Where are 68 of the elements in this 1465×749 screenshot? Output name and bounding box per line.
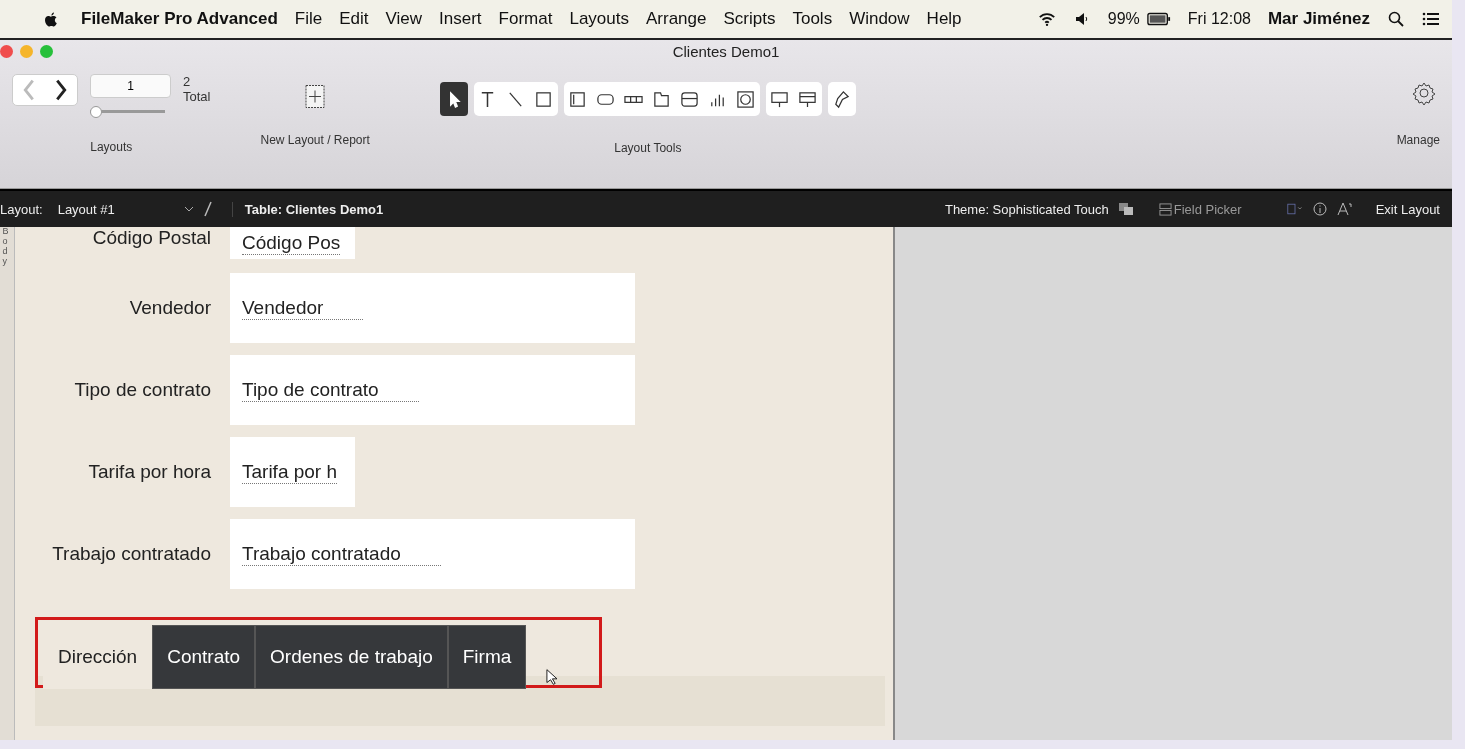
menu-item[interactable]: Tools bbox=[792, 9, 833, 29]
layout-field[interactable]: Tipo de contrato bbox=[230, 355, 635, 425]
slide-control-icon bbox=[680, 89, 700, 109]
field-label: Vendedor bbox=[128, 297, 211, 319]
menu-item[interactable]: View bbox=[385, 9, 423, 29]
table-label: Table: Clientes Demo1 bbox=[231, 201, 384, 217]
app-menu[interactable]: FileMaker Pro Advanced bbox=[81, 9, 278, 29]
layouts-label: Layouts bbox=[90, 140, 133, 154]
tab[interactable]: Ordenes de trabajo bbox=[255, 625, 448, 689]
field-label: Tarifa por hora bbox=[87, 461, 211, 483]
field-label: Tipo de contrato bbox=[73, 379, 211, 401]
menu-item[interactable]: Window bbox=[849, 9, 910, 29]
battery-icon[interactable] bbox=[1146, 11, 1171, 27]
theme-label[interactable]: Theme: Sophisticated Touch bbox=[944, 201, 1109, 217]
layout-field[interactable]: Tarifa por h bbox=[230, 437, 355, 507]
close-button[interactable] bbox=[0, 44, 13, 58]
apple-logo-icon[interactable] bbox=[44, 10, 58, 28]
layout-label: Layout: bbox=[0, 201, 43, 217]
tab[interactable]: Contrato bbox=[152, 625, 256, 689]
layout-field[interactable]: Código Pos bbox=[230, 227, 355, 259]
search-icon[interactable] bbox=[1387, 11, 1405, 27]
web-viewer-icon bbox=[736, 89, 756, 109]
menu-item[interactable]: Layouts bbox=[569, 9, 629, 29]
list-icon[interactable] bbox=[1422, 11, 1440, 27]
layout-tools-label: Layout Tools bbox=[614, 141, 682, 155]
menu-item[interactable]: File bbox=[294, 9, 323, 29]
field-label: Trabajo contratado bbox=[51, 543, 211, 565]
menu-item[interactable]: Format bbox=[498, 9, 553, 29]
manage-label: Manage bbox=[1396, 133, 1440, 147]
cursor-icon bbox=[546, 668, 557, 686]
battery-percent: 99% bbox=[1107, 10, 1140, 28]
theme-icon[interactable] bbox=[1117, 202, 1134, 216]
format-painter-icon bbox=[832, 89, 852, 109]
tab[interactable]: Firma bbox=[447, 625, 527, 689]
new-layout-icon[interactable] bbox=[305, 84, 326, 109]
layout-field[interactable]: Vendedor bbox=[230, 273, 635, 343]
layout-number-field[interactable]: 1 bbox=[90, 74, 171, 98]
menu-item[interactable]: Arrange bbox=[646, 9, 707, 29]
body-part-label[interactable]: Body bbox=[0, 227, 15, 740]
wifi-icon[interactable] bbox=[1037, 11, 1056, 27]
menu-item[interactable]: Scripts bbox=[723, 9, 776, 29]
menu-item[interactable]: Insert bbox=[439, 9, 482, 29]
popover-icon bbox=[770, 89, 790, 109]
rectangle-icon bbox=[534, 89, 554, 109]
pencil-icon[interactable] bbox=[202, 201, 213, 217]
layout-field[interactable]: Trabajo contratado bbox=[230, 519, 635, 589]
layout-count: 2 bbox=[183, 74, 192, 89]
menu-item[interactable]: Edit bbox=[339, 9, 369, 29]
field-label: Código Postal bbox=[91, 227, 211, 249]
tab-control-icon bbox=[652, 89, 672, 109]
settings-icon[interactable] bbox=[1412, 80, 1436, 106]
field-picker-button[interactable]: Field Picker bbox=[1152, 200, 1248, 218]
clock[interactable]: Fri 12:08 bbox=[1187, 10, 1251, 28]
slider-thumb[interactable] bbox=[90, 106, 102, 118]
chevron-icon[interactable] bbox=[183, 206, 194, 212]
layout-dropdown[interactable]: Layout #1 bbox=[51, 201, 175, 217]
window-title: Clientes Demo1 bbox=[671, 42, 781, 60]
exit-layout-button[interactable]: Exit Layout bbox=[1369, 200, 1446, 218]
field-picker-icon bbox=[1158, 202, 1172, 216]
font-size-icon[interactable] bbox=[1336, 202, 1353, 216]
new-layout-label: New Layout / Report bbox=[260, 133, 370, 147]
user-name[interactable]: Mar Jiménez bbox=[1267, 9, 1370, 29]
menu-item[interactable]: Help bbox=[926, 9, 962, 29]
portal-icon bbox=[798, 89, 818, 109]
info-icon[interactable] bbox=[1311, 202, 1328, 216]
pointer-tool-button[interactable] bbox=[439, 82, 468, 116]
field-icon bbox=[568, 89, 588, 109]
total-label: Total bbox=[183, 89, 211, 104]
